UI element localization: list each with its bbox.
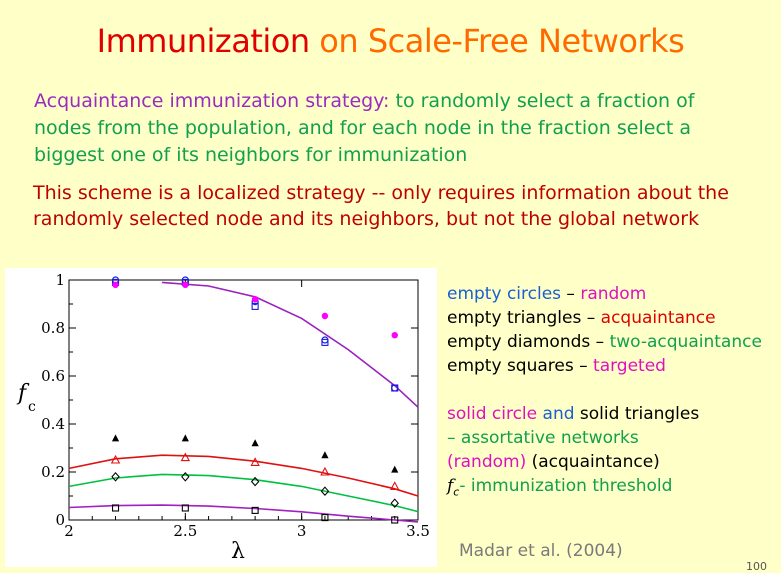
scheme-description: This scheme is a localized strategy -- o… xyxy=(33,182,729,230)
data-point xyxy=(251,296,259,303)
legend-line-solid: solid circle and solid triangles xyxy=(447,404,700,424)
x-tick-label: 2 xyxy=(64,522,74,540)
data-point xyxy=(180,452,191,462)
legend-spacer xyxy=(447,378,781,402)
data-point xyxy=(181,434,189,442)
fc-vs-lambda-chart: 2 2.5 3 3.500.20.40.60.81 λ f c xyxy=(16,271,430,564)
fit-curve xyxy=(68,504,419,523)
legend-line-assortative: – assortative networks xyxy=(447,428,639,448)
chart-legend: empty circles – random empty triangles –… xyxy=(447,282,781,504)
data-point xyxy=(181,471,190,482)
citation: Madar et al. (2004) xyxy=(459,541,623,561)
fit-curve xyxy=(68,454,419,497)
data-point xyxy=(321,336,329,344)
data-point xyxy=(251,439,259,447)
data-point xyxy=(321,451,329,459)
data-point xyxy=(111,434,120,442)
strategy-description: Acquaintance immunization strategy: to r… xyxy=(34,88,754,169)
fit-curve xyxy=(162,281,419,408)
title-part-1: Immunization xyxy=(96,22,310,60)
y-tick-label: 0.6 xyxy=(41,367,65,385)
plot-frame xyxy=(68,279,419,521)
y-tick-label: 1 xyxy=(55,271,65,289)
x-axis-label: λ xyxy=(231,539,245,564)
data-point xyxy=(391,465,399,473)
legend-line-random: empty circles – random xyxy=(447,284,647,304)
legend-line-random-acq: (random) (acquaintance) xyxy=(447,452,660,472)
data-point xyxy=(182,281,189,288)
chart-panel: 2 2.5 3 3.5 0 0.2 0.4 0.6 0.8 1 λ f c xyxy=(5,268,437,567)
x-tick-label: 2.5 xyxy=(173,522,197,540)
data-point xyxy=(111,471,120,482)
legend-line-targeted: empty squares – targeted xyxy=(447,356,666,376)
y-tick-label: 0.8 xyxy=(41,319,65,337)
y-tick-label: 0.2 xyxy=(41,463,65,481)
title-part-2: on Scale-Free Networks xyxy=(309,22,685,60)
slide-title: Immunization on Scale-Free Networks xyxy=(0,22,781,60)
legend-line-acquaintance: empty triangles – acquaintance xyxy=(447,308,716,328)
data-point xyxy=(112,281,119,288)
y-tick-label: 0.4 xyxy=(41,415,65,433)
data-point xyxy=(321,312,329,320)
data-point xyxy=(391,332,398,339)
x-tick-label: 3.5 xyxy=(406,522,430,540)
legend-line-two-acquaintance: empty diamonds – two-acquaintance xyxy=(447,332,762,352)
legend-line-threshold: fc- immunization threshold xyxy=(447,476,673,499)
y-axis-label-sub: c xyxy=(28,399,36,415)
y-tick-label: 0 xyxy=(55,511,65,529)
x-tick-label: 3 xyxy=(297,522,307,540)
strategy-lead: Acquaintance immunization strategy: xyxy=(34,90,390,112)
